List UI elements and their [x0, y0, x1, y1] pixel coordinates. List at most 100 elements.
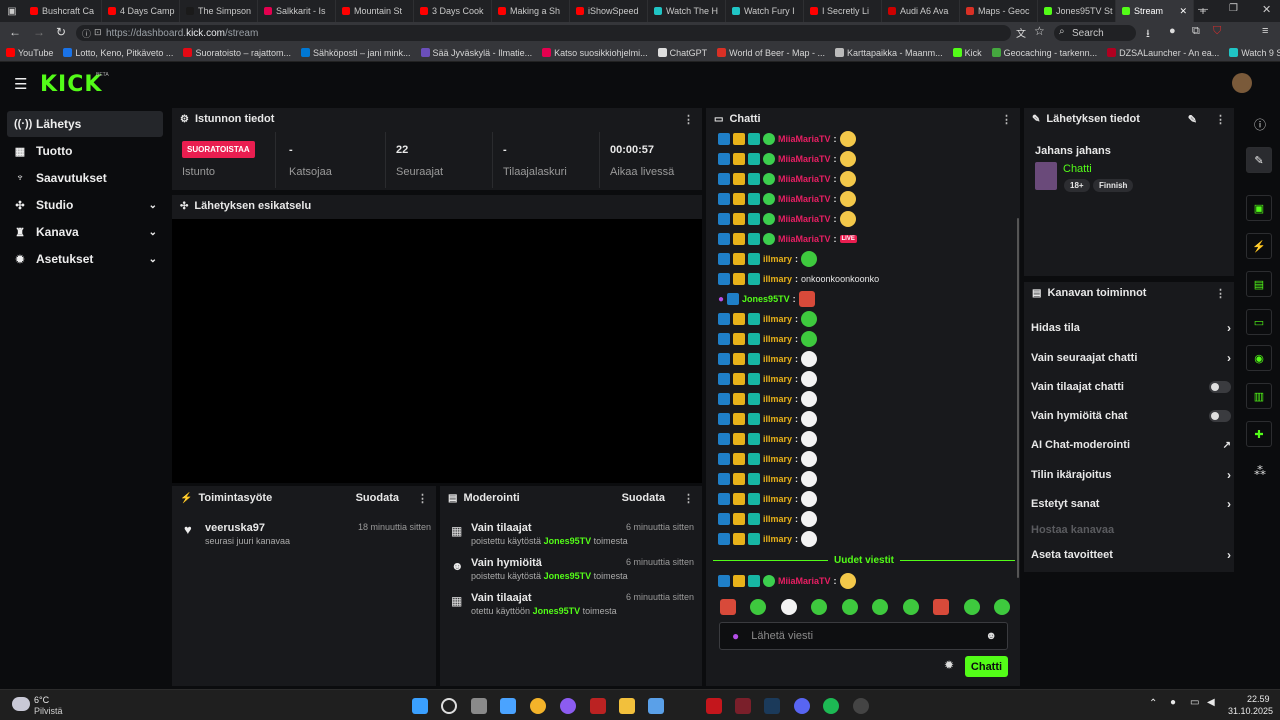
volume-icon[interactable]: ◀	[1207, 697, 1215, 708]
chat-message[interactable]: illmary:	[718, 329, 818, 349]
chat-message[interactable]: MiiaMariaTV:	[718, 149, 856, 169]
wrench-tool-button[interactable]: ✚	[1246, 421, 1272, 447]
bookmark-item[interactable]: ChatGPT	[657, 48, 707, 58]
bookmark-item[interactable]: Karttapaikka - Maanm...	[835, 48, 943, 58]
sidebar-item-asetukset[interactable]: ✹ Asetukset ⌄	[7, 246, 163, 272]
chat-message[interactable]: MiiaMariaTV: LIVE	[718, 229, 857, 249]
browser-tab[interactable]: 3 Days Cook	[414, 0, 492, 22]
moderation-user[interactable]: Jones95TV	[544, 571, 592, 581]
steam-icon[interactable]	[764, 698, 780, 714]
chat-message[interactable]: illmary:	[718, 409, 818, 429]
bookmark-item[interactable]: Katso suosikkiohjelmi...	[542, 48, 648, 58]
kick-logo[interactable]: KICK	[40, 72, 102, 97]
channel-action-row[interactable]: Vain tilaajat chatti	[1031, 377, 1231, 397]
quick-emote-icon[interactable]	[993, 599, 1010, 615]
quick-emote-icon[interactable]	[750, 599, 767, 615]
chat-message[interactable]: MiiaMariaTV:	[718, 129, 856, 149]
back-icon[interactable]: ←	[9, 25, 21, 39]
chat-username[interactable]: MiiaMariaTV	[778, 174, 831, 184]
chat-message[interactable]: illmary:	[718, 349, 818, 369]
mic-icon[interactable]: ●	[732, 629, 739, 643]
bookmark-item[interactable]: Geocaching - tarkenn...	[991, 48, 1097, 58]
chat-username[interactable]: Jones95TV	[742, 294, 790, 304]
chat-username[interactable]: MiiaMariaTV	[778, 154, 831, 164]
category-name[interactable]: Chatti	[1063, 163, 1092, 175]
bookmark-item[interactable]: Watch 9 Songs Full M...	[1229, 48, 1280, 58]
sidebar-item-studio[interactable]: ✣ Studio ⌄	[7, 192, 163, 218]
downloads-icon[interactable]: ⭳	[1146, 25, 1150, 44]
moderation-user[interactable]: Jones95TV	[533, 606, 581, 616]
chat-message[interactable]: ● Jones95TV:	[718, 289, 815, 309]
tab-close-icon[interactable]: ✕	[1179, 6, 1187, 17]
chat-username[interactable]: illmary	[763, 274, 792, 284]
hamburger-menu-icon[interactable]: ☰	[14, 75, 27, 93]
browser-menu-icon[interactable]: ▣	[0, 0, 24, 22]
chat-username[interactable]: MiiaMariaTV	[778, 194, 831, 204]
channel-action-row[interactable]: Vain hymiöitä chat	[1031, 406, 1231, 426]
channel-actions-menu-icon[interactable]: ⋮	[1215, 287, 1226, 300]
dzsa-icon[interactable]	[735, 698, 751, 714]
chat-username[interactable]: illmary	[763, 514, 792, 524]
more-tools-icon[interactable]: ⁂	[1254, 464, 1266, 478]
chat-message[interactable]: MiiaMariaTV:	[718, 209, 856, 229]
edit-tool-button[interactable]: ✎	[1246, 147, 1272, 173]
emote-picker-icon[interactable]: ☻	[985, 630, 997, 642]
channel-action-row[interactable]: AI Chat-moderointi ↗	[1031, 435, 1231, 455]
chat-username[interactable]: illmary	[763, 374, 792, 384]
store-icon[interactable]	[648, 698, 664, 714]
bookmark-item[interactable]: Kick	[952, 48, 982, 58]
chat-message[interactable]: illmary:	[718, 249, 818, 269]
browser-tab[interactable]: Mountain St	[336, 0, 414, 22]
chat-message[interactable]: illmary:	[718, 489, 818, 509]
quick-emote-icon[interactable]	[811, 599, 828, 615]
restore-button[interactable]: ❐	[1229, 3, 1238, 14]
chat-message[interactable]: illmary:	[718, 369, 818, 389]
close-window-button[interactable]: ✕	[1262, 3, 1271, 16]
chat-username[interactable]: illmary	[763, 254, 792, 264]
browser-tab[interactable]: Watch The H	[648, 0, 726, 22]
browser-tab[interactable]: The Simpson	[180, 0, 258, 22]
video-preview[interactable]	[172, 219, 702, 483]
chat-username[interactable]: MiiaMariaTV	[778, 214, 831, 224]
browser-tab[interactable]: I Secretly Li	[804, 0, 882, 22]
chat-message[interactable]: illmary:	[718, 389, 818, 409]
minimize-button[interactable]: —	[1198, 4, 1208, 15]
channel-action-row[interactable]: Hidas tila ›	[1031, 318, 1231, 338]
browser-tab[interactable]: iShowSpeed	[570, 0, 648, 22]
bookmark-item[interactable]: Sähköposti – jani mink...	[300, 48, 411, 58]
mic-tray-icon[interactable]: ●	[1170, 697, 1176, 708]
chat-username[interactable]: MiiaMariaTV	[778, 576, 831, 586]
quick-emote-icon[interactable]	[720, 599, 736, 615]
bookmark-star-icon[interactable]: ☆	[1034, 24, 1045, 38]
activity-menu-icon[interactable]: ⋮	[417, 492, 428, 505]
extensions-puzzle-icon[interactable]: ⧉	[1192, 25, 1200, 38]
chat-message[interactable]: illmary:	[718, 309, 818, 329]
layout-tool-button[interactable]: ▥	[1246, 383, 1272, 409]
sidebar-item-kanava[interactable]: ♜ Kanava ⌄	[7, 219, 163, 245]
moderation-filter-button[interactable]: Suodata	[622, 492, 665, 504]
chat-username[interactable]: MiiaMariaTV	[778, 234, 831, 244]
chat-username[interactable]: illmary	[763, 354, 792, 364]
widgets-icon[interactable]	[500, 698, 516, 714]
chrome-icon[interactable]	[530, 698, 546, 714]
browser-tab[interactable]: Maps - Geoc	[960, 0, 1038, 22]
broadcast-tool-button[interactable]: ◉	[1246, 345, 1272, 371]
channel-action-row[interactable]: Tilin ikärajoitus ›	[1031, 465, 1231, 485]
channel-action-row[interactable]: Estetyt sanat ›	[1031, 494, 1231, 514]
sidebar-item-lähetys[interactable]: ((·)) Lähetys	[7, 111, 163, 137]
translate-icon[interactable]: 文	[1016, 25, 1026, 40]
network-icon[interactable]: ▭	[1190, 697, 1199, 708]
chat-message[interactable]: MiiaMariaTV:	[718, 189, 856, 209]
clock-date[interactable]: 31.10.2025	[1228, 706, 1273, 716]
bookmark-item[interactable]: Suoratoisto – rajattom...	[183, 48, 291, 58]
chat-username[interactable]: illmary	[763, 474, 792, 484]
file-explorer-icon[interactable]	[619, 698, 635, 714]
reload-icon[interactable]: ↻	[56, 25, 66, 39]
chat-message[interactable]: illmary:	[718, 509, 818, 529]
chat-tool-button[interactable]: ▭	[1246, 309, 1272, 335]
extension-icon[interactable]: ●	[1169, 25, 1176, 37]
toggle-switch[interactable]	[1209, 410, 1231, 422]
game-icon[interactable]	[590, 698, 606, 714]
ublock-icon[interactable]: ⛉	[1213, 25, 1221, 38]
activity-filter-button[interactable]: Suodata	[356, 492, 399, 504]
